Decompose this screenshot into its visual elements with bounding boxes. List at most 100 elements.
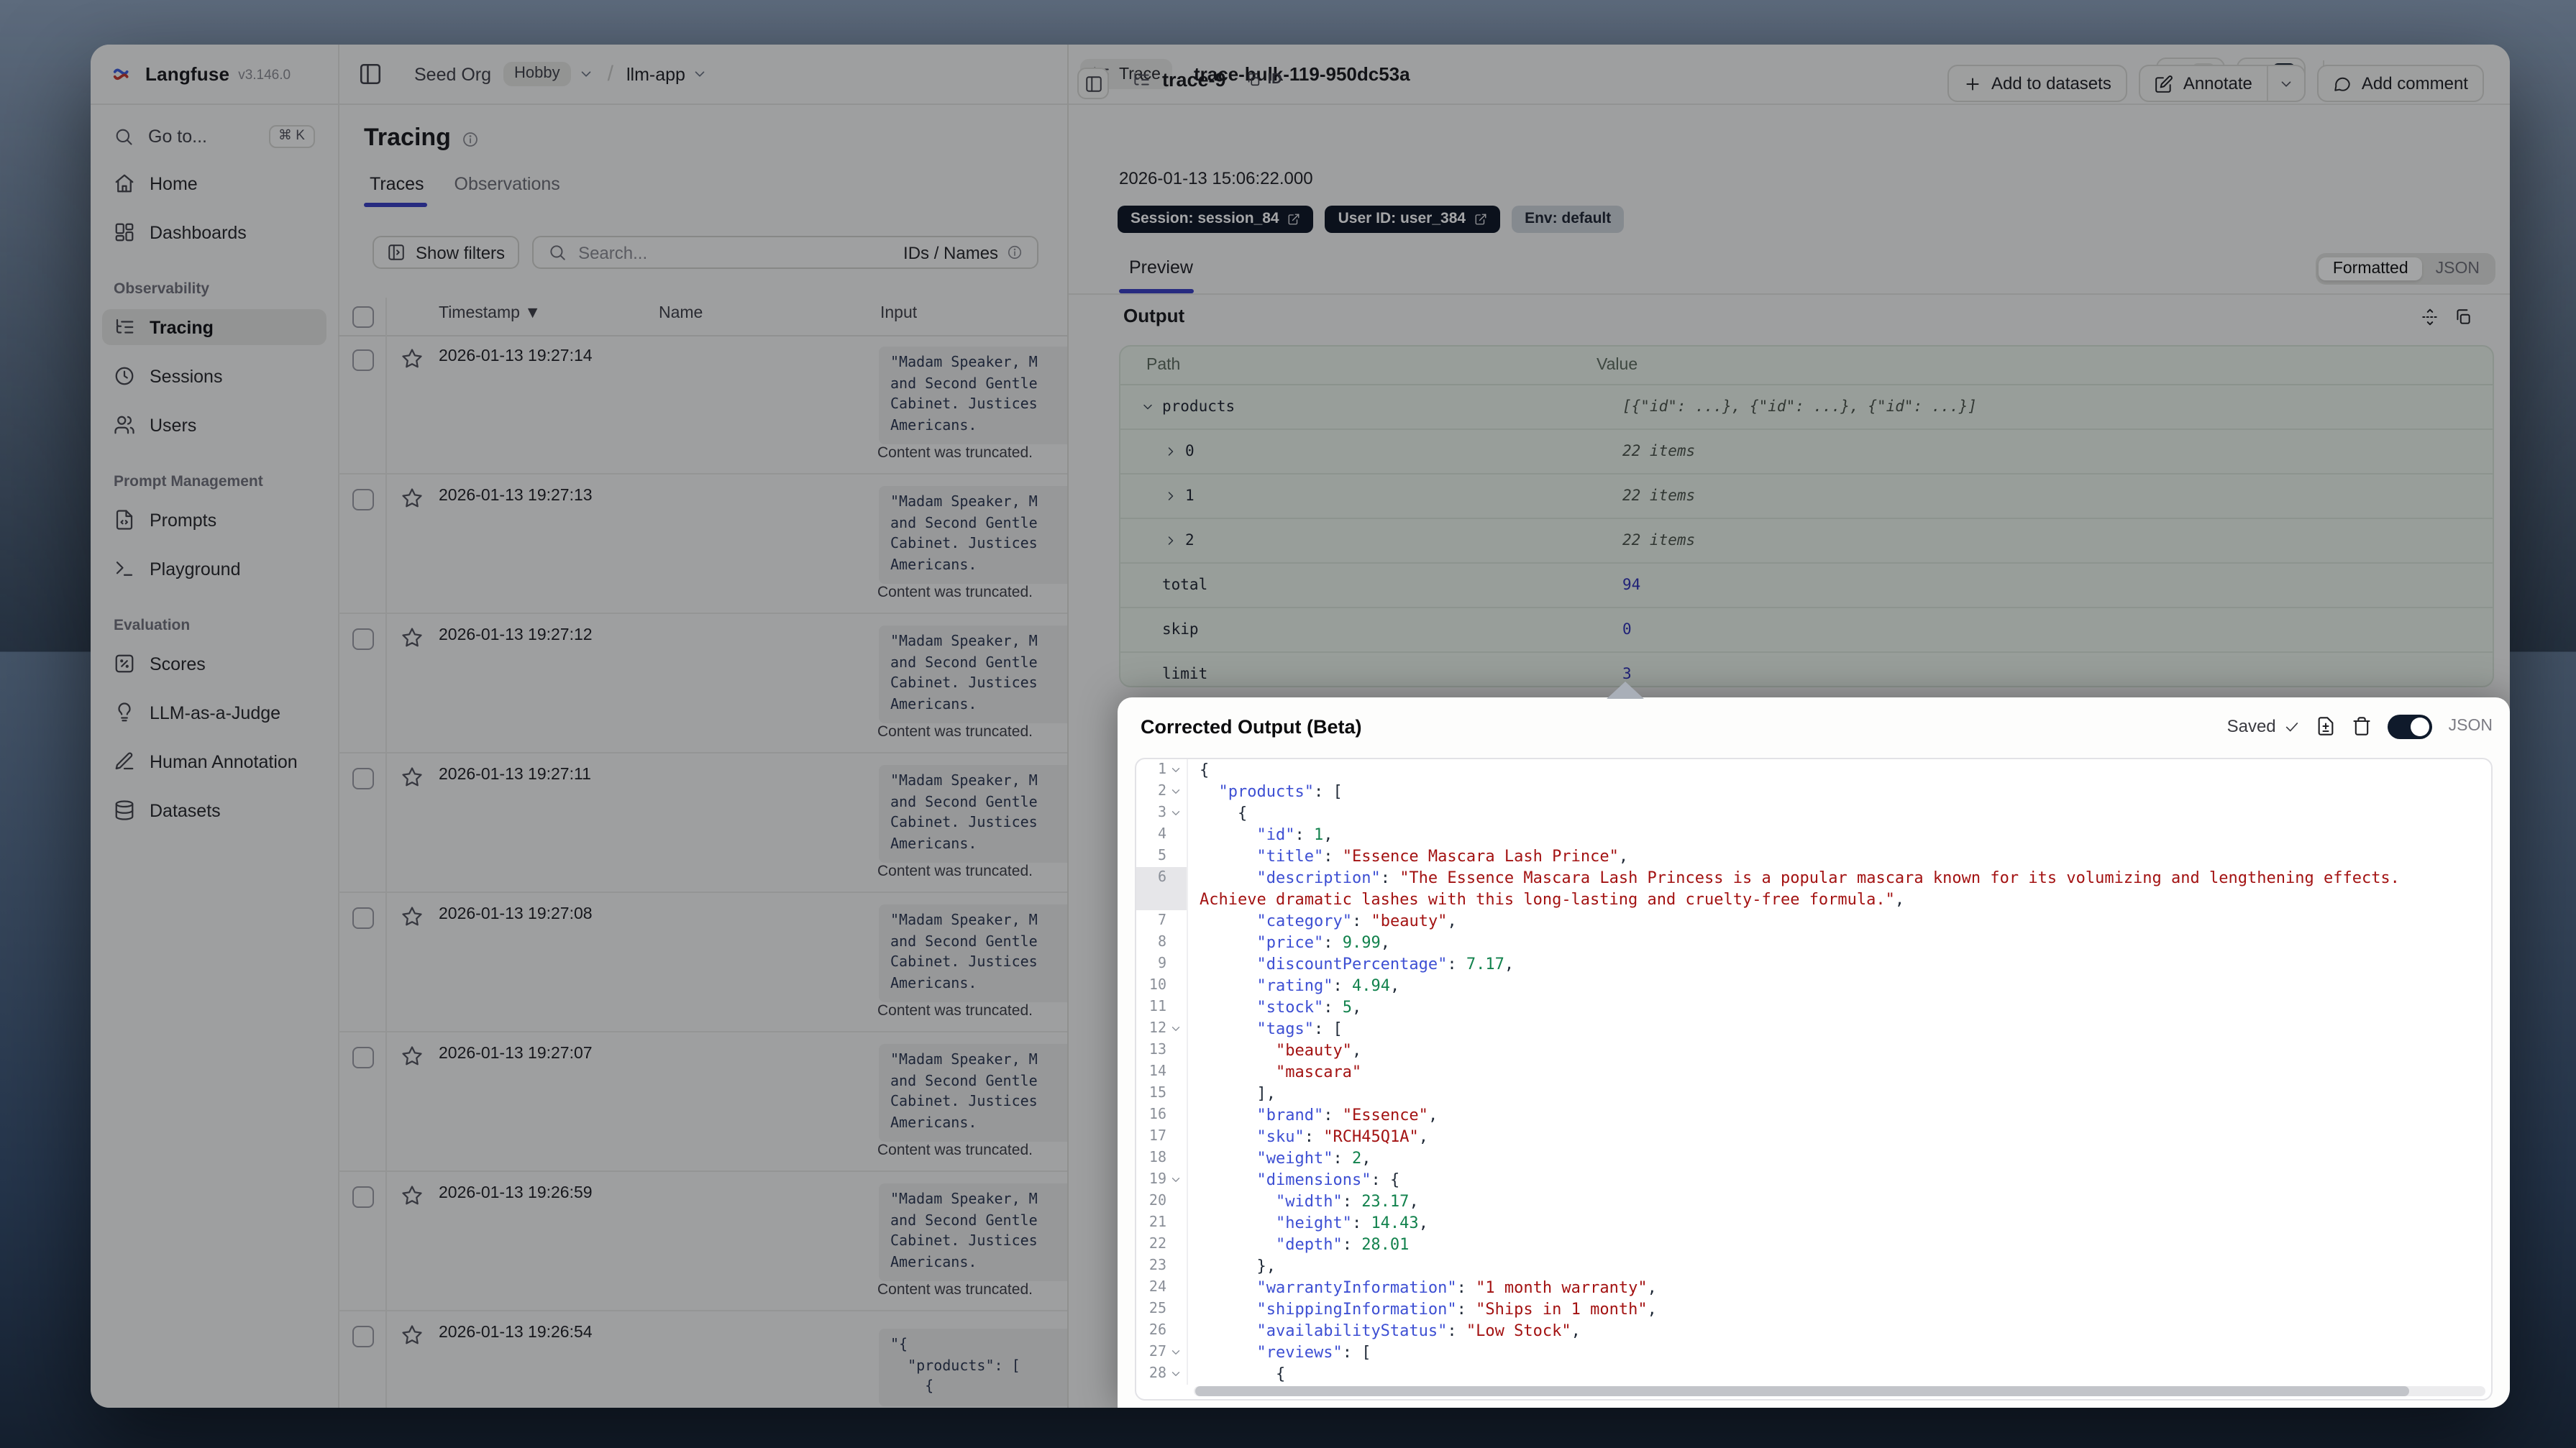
json-toggle-label: JSON xyxy=(2448,718,2493,735)
line-number: 1 xyxy=(1157,762,1166,778)
code-line-9[interactable]: 9 "discountPercentage": 7.17, xyxy=(1136,953,2491,975)
code-line-21[interactable]: 21 "height": 14.43, xyxy=(1136,1212,2491,1234)
horizontal-scrollbar[interactable] xyxy=(1194,1386,2485,1396)
code-line-1[interactable]: 1{ xyxy=(1136,759,2491,781)
resize-handle[interactable] xyxy=(1607,682,1644,699)
chevron-down-icon[interactable] xyxy=(1169,785,1182,798)
code-text: "reviews": [ xyxy=(1256,1343,1371,1362)
json-editor[interactable]: 1{2 "products": [3 {4 "id": 1, 5 "title":… xyxy=(1135,758,2493,1401)
line-number: 11 xyxy=(1148,999,1166,1015)
code-text: "shippingInformation": "Ships in 1 month… xyxy=(1256,1300,1657,1319)
line-number: 17 xyxy=(1148,1129,1166,1145)
line-number: 22 xyxy=(1148,1237,1166,1252)
gutter: 15 xyxy=(1136,1083,1188,1104)
code-line-3[interactable]: 3 { xyxy=(1136,802,2491,824)
chevron-down-icon[interactable] xyxy=(1169,807,1182,820)
line-number: 14 xyxy=(1148,1064,1166,1080)
code-text: "height": 14.43, xyxy=(1275,1214,1428,1232)
code-line-20[interactable]: 20 "width": 23.17, xyxy=(1136,1191,2491,1212)
gutter: 16 xyxy=(1136,1104,1188,1126)
code-line-6-wrap[interactable]: Achieve dramatic lashes with this long-l… xyxy=(1136,889,2491,910)
gutter: 3 xyxy=(1136,802,1188,824)
code-line-24[interactable]: 24 "warrantyInformation": "1 month warra… xyxy=(1136,1277,2491,1298)
code-line-27[interactable]: 27 "reviews": [ xyxy=(1136,1342,2491,1363)
line-number: 8 xyxy=(1157,935,1166,950)
line-number: 5 xyxy=(1157,848,1166,864)
check-icon xyxy=(2285,718,2301,734)
chevron-down-icon[interactable] xyxy=(1169,1367,1182,1380)
gutter: 22 xyxy=(1136,1234,1188,1255)
line-number: 13 xyxy=(1148,1043,1166,1058)
code-line-4[interactable]: 4 "id": 1, xyxy=(1136,824,2491,846)
gutter xyxy=(1136,889,1188,910)
gutter: 12 xyxy=(1136,1018,1188,1040)
line-number: 10 xyxy=(1148,978,1166,994)
code-line-22[interactable]: 22 "depth": 28.01 xyxy=(1136,1234,2491,1255)
gutter: 18 xyxy=(1136,1147,1188,1169)
code-text: "depth": 28.01 xyxy=(1275,1235,1410,1254)
gutter: 6 xyxy=(1136,867,1188,889)
code-line-25[interactable]: 25 "shippingInformation": "Ships in 1 mo… xyxy=(1136,1298,2491,1320)
code-text: { xyxy=(1200,1365,1286,1383)
code-line-14[interactable]: 14 "mascara" xyxy=(1136,1061,2491,1083)
chevron-down-icon[interactable] xyxy=(1169,1173,1182,1186)
code-text: "sku": "RCH45Q1A", xyxy=(1256,1127,1428,1146)
code-text: "dimensions": { xyxy=(1256,1170,1400,1189)
code-line-18[interactable]: 18 "weight": 2, xyxy=(1136,1147,2491,1169)
code-line-6[interactable]: 6 "description": "The Essence Mascara La… xyxy=(1136,867,2491,889)
toggle-knob xyxy=(2411,717,2430,736)
code-line-12[interactable]: 12 "tags": [ xyxy=(1136,1018,2491,1040)
code-text: "mascara" xyxy=(1275,1063,1362,1081)
code-line-8[interactable]: 8 "price": 9.99, xyxy=(1136,932,2491,953)
line-number: 7 xyxy=(1157,913,1166,929)
line-number: 23 xyxy=(1148,1258,1166,1274)
code-text: "beauty", xyxy=(1275,1041,1362,1060)
code-line-11[interactable]: 11 "stock": 5, xyxy=(1136,996,2491,1018)
code-line-26[interactable]: 26 "availabilityStatus": "Low Stock", xyxy=(1136,1320,2491,1342)
chevron-down-icon[interactable] xyxy=(1169,1346,1182,1359)
scrollbar-thumb[interactable] xyxy=(1195,1386,2410,1396)
code-line-23[interactable]: 23 }, xyxy=(1136,1255,2491,1277)
code-line-17[interactable]: 17 "sku": "RCH45Q1A", xyxy=(1136,1126,2491,1147)
code-text: "stock": 5, xyxy=(1256,998,1362,1017)
gutter: 23 xyxy=(1136,1255,1188,1277)
chevron-down-icon[interactable] xyxy=(1169,1022,1182,1035)
gutter: 20 xyxy=(1136,1191,1188,1212)
gutter: 26 xyxy=(1136,1320,1188,1342)
gutter: 19 xyxy=(1136,1169,1188,1191)
trash-icon[interactable] xyxy=(2352,716,2372,736)
code-text: "availabilityStatus": "Low Stock", xyxy=(1256,1321,1581,1340)
code-line-10[interactable]: 10 "rating": 4.94, xyxy=(1136,975,2491,996)
code-text: ], xyxy=(1200,1084,1276,1103)
file-diff-icon[interactable] xyxy=(2316,716,2337,736)
code-line-13[interactable]: 13 "beauty", xyxy=(1136,1040,2491,1061)
code-line-16[interactable]: 16 "brand": "Essence", xyxy=(1136,1104,2491,1126)
code-line-7[interactable]: 7 "category": "beauty", xyxy=(1136,910,2491,932)
corrected-output-panel: Corrected Output (Beta) Saved JSON 1{2 "… xyxy=(1118,682,2510,1408)
code-line-19[interactable]: 19 "dimensions": { xyxy=(1136,1169,2491,1191)
code-line-15[interactable]: 15 ], xyxy=(1136,1083,2491,1104)
line-number: 21 xyxy=(1148,1215,1166,1231)
code-text: "price": 9.99, xyxy=(1256,933,1390,952)
code-text: Achieve dramatic lashes with this long-l… xyxy=(1200,890,1905,909)
code-line-5[interactable]: 5 "title": "Essence Mascara Lash Prince"… xyxy=(1136,846,2491,867)
saved-status: Saved xyxy=(2227,716,2301,736)
code-line-28[interactable]: 28 { xyxy=(1136,1363,2491,1385)
code-line-2[interactable]: 2 "products": [ xyxy=(1136,781,2491,802)
code-text: "width": 23.17, xyxy=(1275,1192,1419,1211)
chevron-down-icon[interactable] xyxy=(1169,764,1182,776)
json-toggle[interactable] xyxy=(2388,714,2433,738)
line-number: 16 xyxy=(1148,1107,1166,1123)
